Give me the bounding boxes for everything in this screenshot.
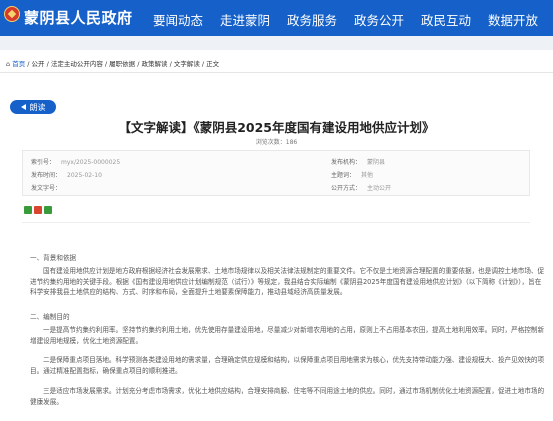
breadcrumb-path[interactable]: / 公开 / 法定主动公开内容 / 履职依据 / 政策解读 / 文字解读 / 正… — [25, 60, 219, 68]
article-title: 【文字解读】《蒙阴县2025年度国有建设用地供应计划》 — [118, 120, 435, 135]
sub-header-bar — [0, 36, 553, 50]
paragraph-background: 国有建设用地供应计划是地方政府根据经济社会发展需求、土地市场规律以及相关法律法规… — [30, 267, 545, 296]
print-icon[interactable] — [44, 206, 52, 214]
home-icon: ⌂ — [6, 60, 11, 68]
meta-publish-mode: 公开方式： 主动公开 — [331, 185, 392, 192]
nav-item-data[interactable]: 数据开放 — [488, 10, 538, 29]
meta-topic: 主题词： 其他 — [331, 172, 374, 179]
paragraph-purpose-1: 一是提高节约集约利用率。坚持节约集约利用土地，优先使用存量建设用地，尽量减少对新… — [30, 326, 545, 345]
read-aloud-button[interactable]: 朗读 — [10, 100, 56, 114]
weibo-share-icon[interactable] — [34, 206, 42, 214]
nav-item-about[interactable]: 走进蒙阴 — [220, 10, 270, 29]
nav-item-news[interactable]: 要闻动态 — [153, 10, 203, 29]
nav-item-services[interactable]: 政务服务 — [287, 10, 337, 29]
nav-item-open[interactable]: 政务公开 — [354, 10, 404, 29]
section-heading-background: 一、背景和依据 — [30, 254, 77, 262]
view-count: 浏览次数：186 — [255, 139, 298, 146]
meta-doc-number: 发文字号： — [31, 185, 62, 192]
paragraph-purpose-3: 三是适应市场发展需求。计划充分考虑市场需求，优化土地供应结构，合理安排商服、住宅… — [30, 387, 545, 406]
read-aloud-label: 朗读 — [29, 102, 46, 112]
site-header: 蒙阴县人民政府 要闻动态 走进蒙阴 政务服务 政务公开 政民互动 数据开放 — [0, 0, 553, 36]
article-meta: 索引号： myx/2025-0000025 发布机构： 蒙阴县 发布时间： 2025-… — [22, 150, 530, 196]
main-nav: 要闻动态 走进蒙阴 政务服务 政务公开 政民互动 数据开放 — [0, 0, 553, 36]
share-toolbar — [24, 206, 52, 214]
section-heading-purpose: 二、编制目的 — [30, 313, 70, 321]
breadcrumb-home[interactable]: 首页 — [12, 60, 25, 68]
meta-index: 索引号： myx/2025-0000025 — [31, 159, 121, 166]
content-divider — [22, 222, 530, 223]
speaker-icon — [20, 104, 26, 110]
meta-org: 发布机构： 蒙阴县 — [331, 159, 386, 166]
wechat-share-icon[interactable] — [24, 206, 32, 214]
breadcrumb: ⌂ 首页 / 公开 / 法定主动公开内容 / 履职依据 / 政策解读 / 文字解… — [6, 58, 219, 68]
nav-item-interaction[interactable]: 政民互动 — [421, 10, 471, 29]
breadcrumb-divider — [0, 72, 553, 73]
paragraph-purpose-2: 二是保障重点项目落地。科学预测各类建设用地的需求量，合理确定供应规模和结构，以保… — [30, 356, 545, 375]
meta-date: 发布时间： 2025-02-10 — [31, 172, 102, 179]
